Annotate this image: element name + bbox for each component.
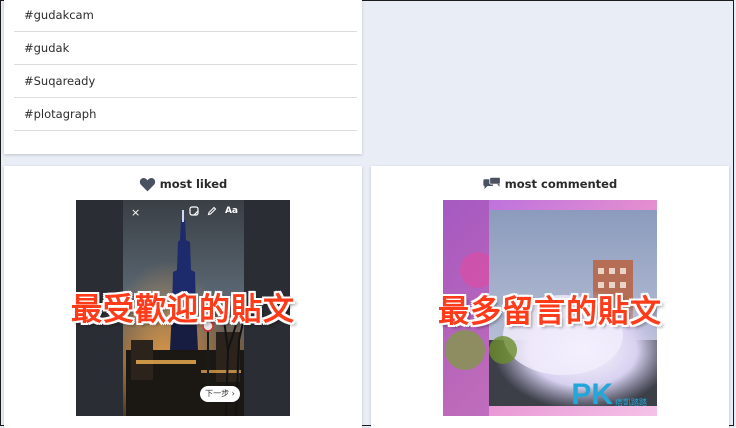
pk-watermark-logo: PK 痞凱踏踏	[571, 378, 647, 411]
pk-logo-text: PK	[571, 378, 613, 411]
most-commented-title: most commented	[504, 177, 618, 191]
most-liked-overlay-text: 最受歡迎的貼文	[71, 292, 295, 328]
most-commented-overlay-text: 最多留言的貼文	[438, 294, 662, 330]
sticker-icon[interactable]	[189, 206, 199, 216]
hashtag-item[interactable]: #gudak	[14, 32, 357, 65]
hashtag-item[interactable]: #plotagraph	[14, 98, 357, 131]
text-tool-icon[interactable]: Aa	[225, 206, 238, 216]
comments-icon	[483, 176, 501, 189]
heart-icon	[139, 177, 155, 191]
next-button[interactable]: 下一步 ›	[200, 386, 240, 402]
pen-icon[interactable]	[207, 206, 217, 216]
most-liked-card: most liked × Aa 下一步 › 最受歡迎的貼文	[4, 166, 362, 428]
most-commented-card: most commented PK 痞凱踏踏 最多留言的貼文	[371, 166, 729, 428]
hashtag-item[interactable]: #Suqaready	[14, 65, 357, 98]
pk-logo-subtext: 痞凱踏踏	[615, 398, 647, 407]
most-liked-header: most liked	[4, 175, 362, 193]
hashtag-card: #gudakcam #gudak #Suqaready #plotagraph	[4, 0, 362, 154]
hashtag-list: #gudakcam #gudak #Suqaready #plotagraph	[14, 0, 357, 131]
story-tools: Aa	[189, 206, 238, 216]
hashtag-item[interactable]: #gudakcam	[14, 0, 357, 32]
most-liked-title: most liked	[159, 177, 228, 191]
close-icon[interactable]: ×	[131, 206, 140, 219]
most-commented-header: most commented	[371, 175, 729, 193]
